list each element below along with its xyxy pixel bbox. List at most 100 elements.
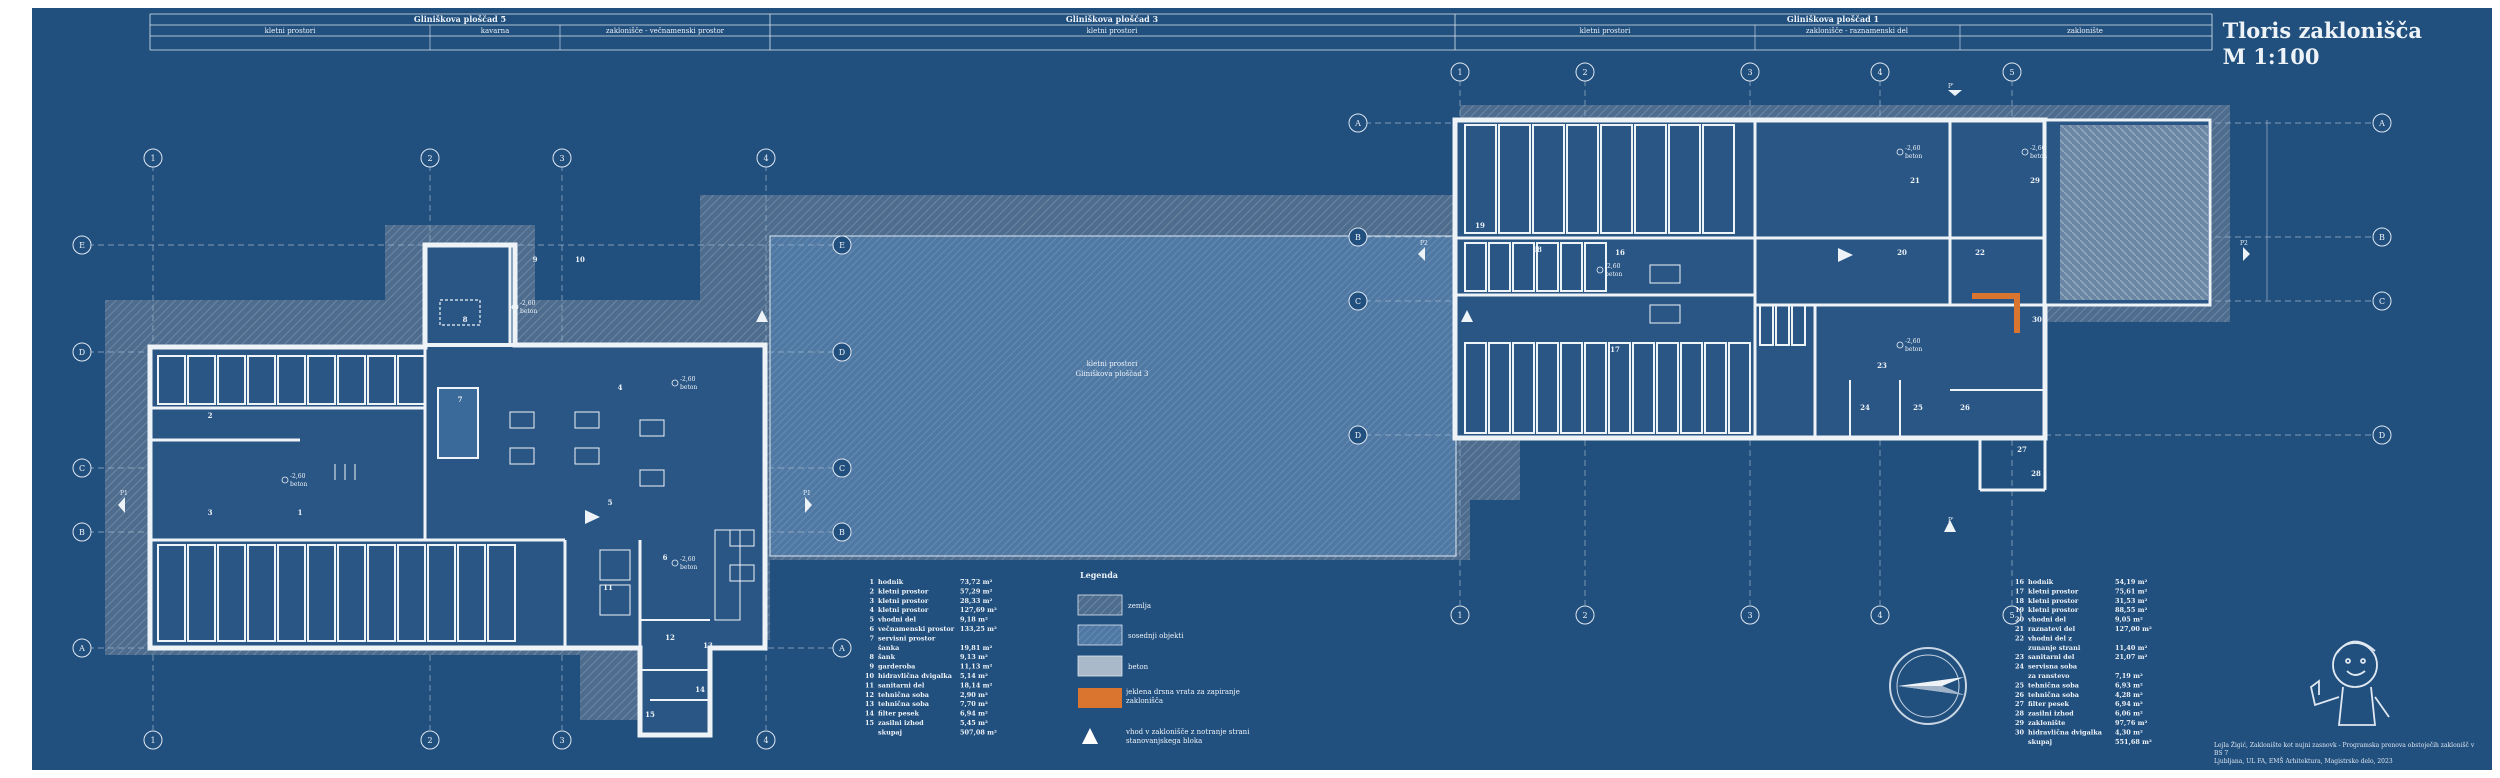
room-table-row: 2 kletni prostor 57,29 m² [869,587,992,595]
svg-text:4: 4 [869,606,874,614]
grid-bubble-number: 4 [756,148,776,168]
room-table-row: 16 hodnik 54,19 m² [2015,578,2148,586]
room-table-row: 29 zaklonište 97,76 m² [2015,719,2148,727]
grid-bubble-number: 4 [1870,62,1890,82]
room-table-row: 7 servisni prostor [869,634,935,642]
grid-bubble-number: 3 [1740,62,1760,82]
svg-text:6,93 m²: 6,93 m² [2115,681,2143,689]
svg-text:tehnična soba: tehnična soba [878,700,930,708]
room-table-row: 26 tehnična soba 4,28 m² [2015,691,2143,699]
steel-sliding-door [1972,293,2014,299]
svg-text:sanitarni del: sanitarni del [878,681,925,689]
grid-bubble-letter: A [72,638,92,658]
legend: Legenda zemlja sosednji objekti beton je… [1077,570,1249,745]
grid-bubble-letter: B [2372,227,2392,247]
svg-text:beton: beton [290,481,307,488]
title-line-1: Tloris zaklonišča [2222,18,2422,43]
svg-text:C: C [1355,297,1361,306]
title-scale: M 1:100 [2222,44,2320,69]
svg-text:5: 5 [869,616,874,624]
svg-text:26: 26 [2015,691,2025,699]
svg-text:E: E [79,241,85,250]
room-number: 2 [208,411,213,420]
header-zone: kletni prostori [1580,27,1631,35]
svg-text:D: D [1355,431,1361,440]
room-table-row: 14 filter pesek 6,94 m² [865,710,988,718]
room-area-table-right: 16 hodnik 54,19 m² 17 kletni prostor 75,61 m²… [2015,578,2152,746]
svg-text:7: 7 [869,634,874,642]
svg-text:2: 2 [427,154,432,163]
svg-text:3: 3 [559,154,564,163]
svg-text:9,13 m²: 9,13 m² [960,653,988,661]
svg-text:1: 1 [1457,68,1462,77]
grid-bubble-number: 4 [1870,605,1890,625]
svg-text:11,40 m²: 11,40 m² [2115,644,2147,652]
room-number: 22 [1975,248,1985,257]
svg-text:kletni prostor: kletni prostor [2028,606,2079,614]
svg-text:vhodni del z: vhodni del z [2027,634,2072,642]
svg-text:beton: beton [520,308,537,315]
svg-text:beton: beton [1905,346,1922,353]
central-label-2: Gliniškova ploščad 3 [1076,369,1149,378]
svg-text:servisni prostor: servisni prostor [878,634,936,642]
svg-text:6,94 m²: 6,94 m² [2115,700,2143,708]
svg-text:B: B [79,528,85,537]
room-number: 20 [1897,248,1907,257]
section-mark-p1: P1 [120,490,128,497]
grid-bubble-number: 5 [2002,62,2022,82]
header-building-1: Gliniškova ploščad 5 [414,14,506,24]
room-table-row: 30 hidravlična dvigalka 4,30 m² [2015,728,2143,736]
floor-plan: Gliniškova ploščad 5 Gliniškova ploščad … [72,13,2392,750]
room-table-row: 19 kletni prostor 88,55 m² [2015,606,2148,614]
svg-text:4: 4 [1877,611,1882,620]
svg-text:beton: beton [680,384,697,391]
room-table-row: 12 tehnična soba 2,90 m² [865,691,988,699]
svg-text:4,28 m²: 4,28 m² [2115,691,2143,699]
svg-text:4: 4 [1877,68,1882,77]
room-number: 14 [695,685,705,694]
room-number: 21 [1910,176,1920,185]
room-number: 23 [1877,361,1887,370]
svg-text:beton: beton [680,564,697,571]
north-arrow-icon [1889,647,1967,725]
room-table-row: 8 šank 9,13 m² [869,653,988,661]
room-number: 29 [2030,176,2040,185]
room-number: 19 [1475,221,1485,230]
section-mark-p1: P1 [803,490,811,497]
svg-text:A: A [2378,119,2385,128]
grid-bubble-number: 4 [756,730,776,750]
svg-text:tehnična soba: tehnična soba [2028,681,2080,689]
room-table-row: 18 kletni prostor 31,53 m² [2015,597,2148,605]
svg-text:za ranstevo: za ranstevo [2028,672,2070,680]
room-table-row: 22 vhodni del z [2015,634,2072,642]
room-table-row: 1 hodnik 73,72 m² [869,578,992,586]
svg-text:21: 21 [2015,625,2024,633]
svg-text:zunanje strani: zunanje strani [2028,644,2081,652]
header-building-3: Gliniškova ploščad 1 [1787,14,1879,24]
room-table-row: 28 zasilni izhod 6,06 m² [2015,710,2143,718]
room-table-row: 27 filter pesek 6,94 m² [2015,700,2143,708]
svg-text:2: 2 [869,587,874,595]
svg-text:beton: beton [1905,153,1922,160]
svg-text:97,76 m²: 97,76 m² [2115,719,2147,727]
room-area-table-left: 1 hodnik 73,72 m² 2 kletni prostor 57,29 m² 3 k… [865,578,997,736]
grid-bubble-letter: B [1348,227,1368,247]
svg-text:B: B [839,528,845,537]
room-table-row: 13 tehnična soba 7,70 m² [865,700,988,708]
room-table-row: 4 kletni prostor 127,69 m² [869,606,997,614]
room-number: 7 [458,395,463,404]
grid-bubble-number: 3 [552,148,572,168]
right-shelter [1452,117,2268,492]
svg-text:10: 10 [865,672,875,680]
svg-text:raznatevi del: raznatevi del [2028,625,2076,633]
svg-text:beton: beton [1605,271,1622,278]
room-number: 26 [1960,403,1970,412]
svg-text:vhodni del: vhodni del [2027,616,2067,624]
svg-text:6: 6 [869,625,874,633]
room-table-row: 20 vhodni del 9,05 m² [2015,616,2143,624]
room-number: 5 [608,498,613,507]
grid-bubble-number: 1 [1450,605,1470,625]
svg-text:3: 3 [1747,611,1752,620]
svg-text:-2,60: -2,60 [1605,263,1621,270]
svg-text:9,05 m²: 9,05 m² [2115,616,2143,624]
